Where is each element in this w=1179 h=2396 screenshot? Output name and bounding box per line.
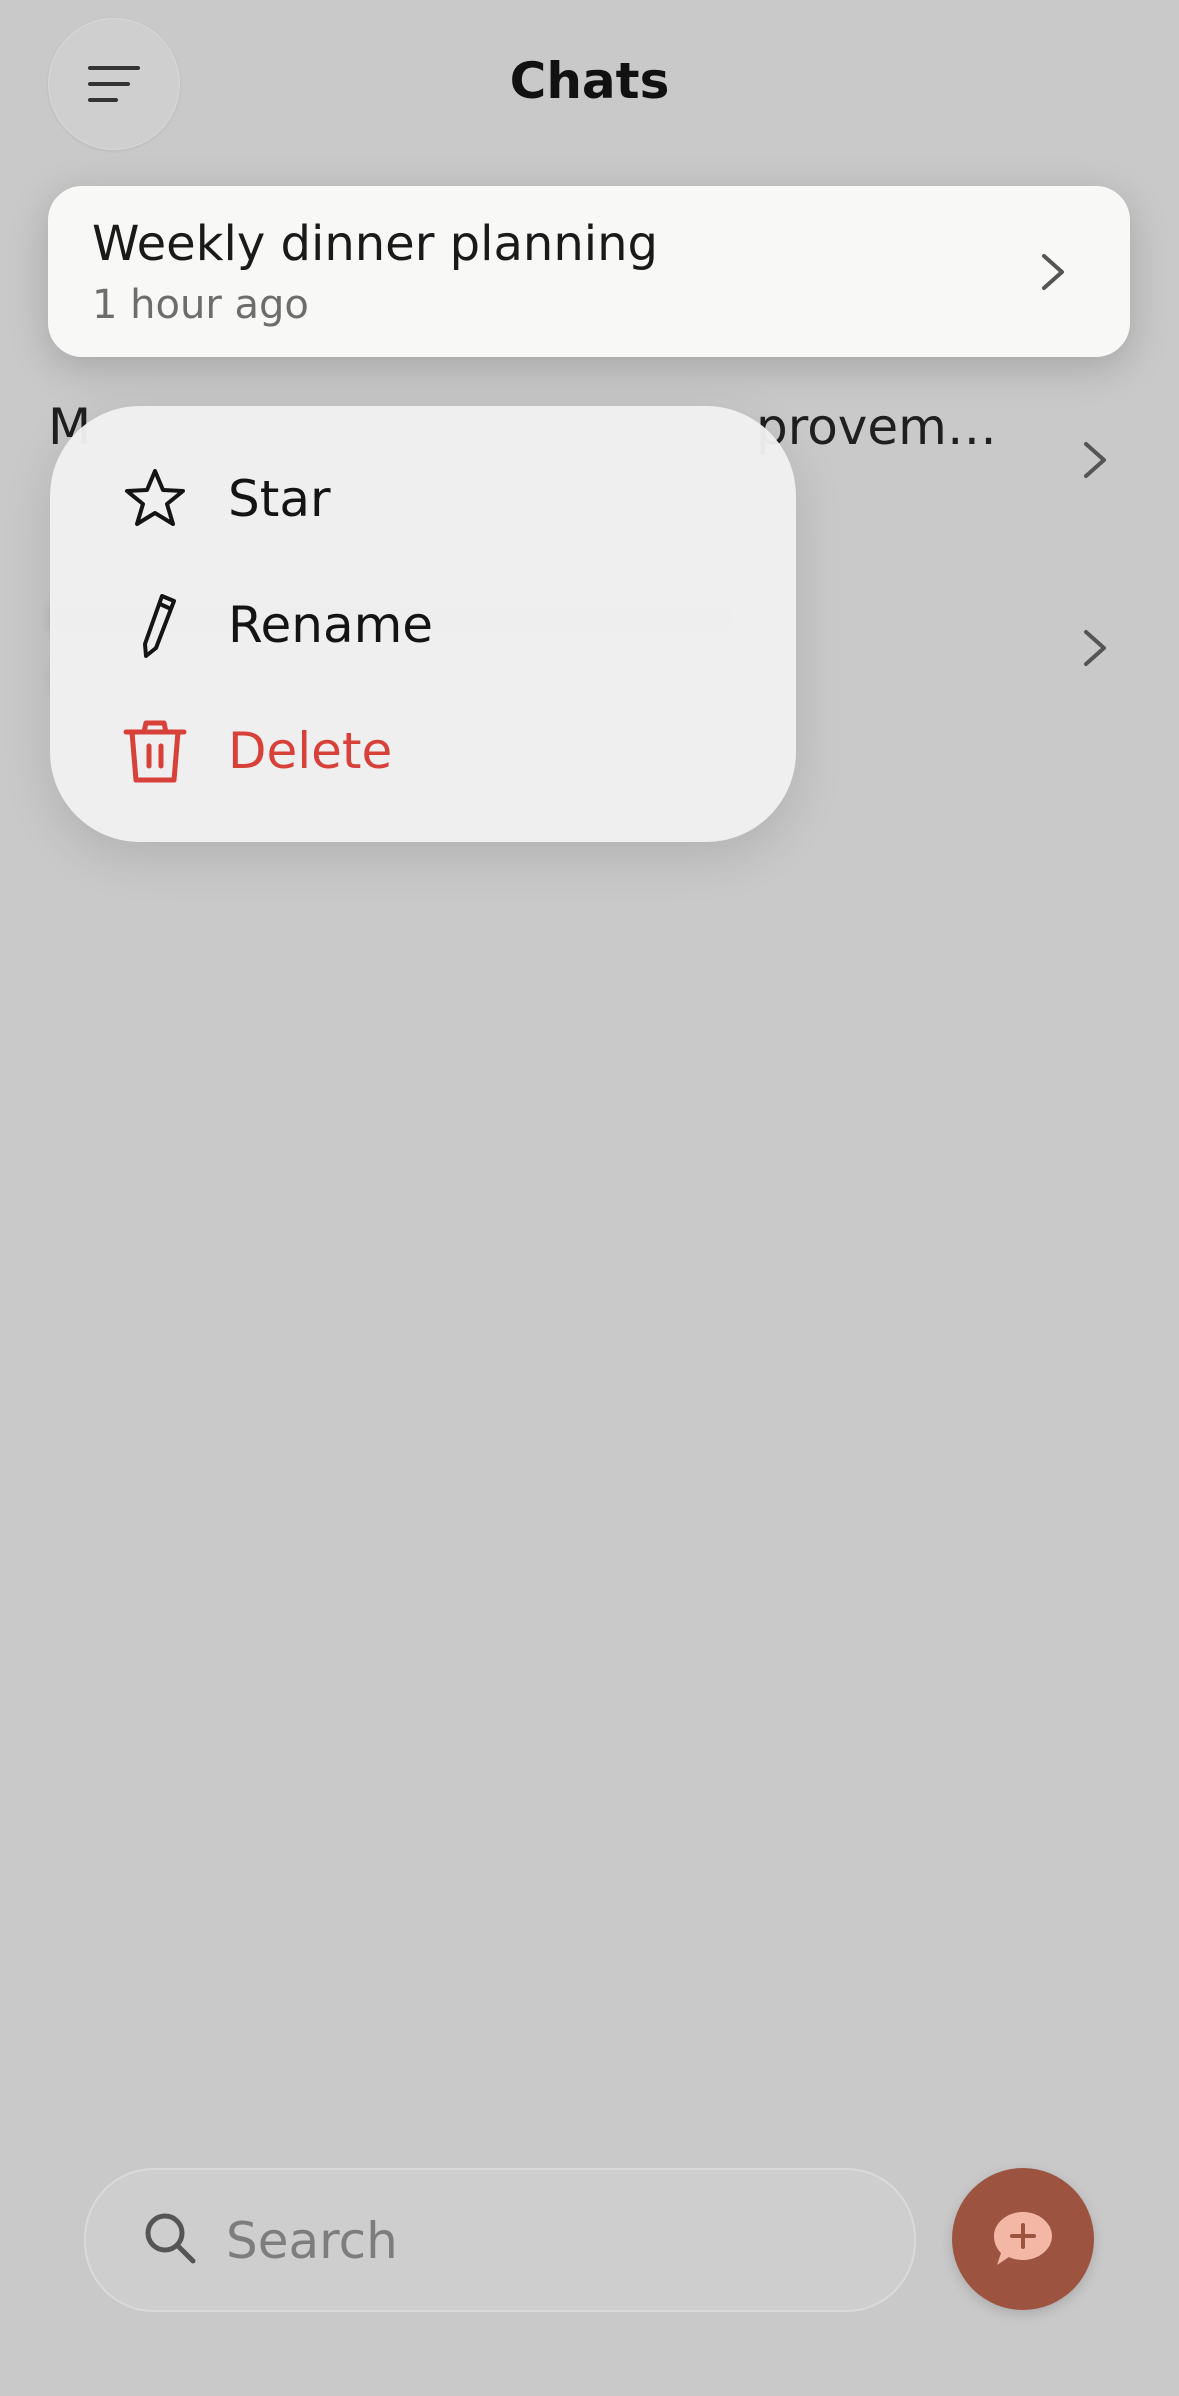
- menu-item-label: Star: [228, 470, 331, 528]
- page-title: Chats: [509, 52, 670, 110]
- star-icon: [125, 469, 185, 526]
- search-icon: [145, 2213, 196, 2264]
- chevron-right-icon: [1042, 254, 1064, 290]
- search-bar[interactable]: [84, 2168, 916, 2312]
- pencil-icon: [143, 594, 176, 658]
- menu-item-label: Delete: [228, 722, 393, 780]
- new-chat-icon: [994, 2212, 1052, 2265]
- search-input[interactable]: [224, 2200, 868, 2282]
- new-chat-button[interactable]: [952, 2168, 1094, 2310]
- context-menu: Star Rename Delete: [50, 406, 796, 842]
- trash-icon: [123, 720, 187, 783]
- menu-item-delete[interactable]: Delete: [50, 696, 796, 806]
- menu-item-star[interactable]: Star: [50, 444, 796, 554]
- menu-item-label: Rename: [228, 596, 434, 654]
- chat-time: 1 hour ago: [92, 282, 309, 328]
- chat-title: Weekly dinner planning: [92, 216, 658, 272]
- menu-item-rename[interactable]: Rename: [50, 570, 796, 680]
- chevron-right-icon: [1084, 630, 1106, 666]
- chat-item-selected[interactable]: Weekly dinner planning 1 hour ago: [48, 186, 1130, 357]
- chevron-right-icon: [1084, 442, 1106, 478]
